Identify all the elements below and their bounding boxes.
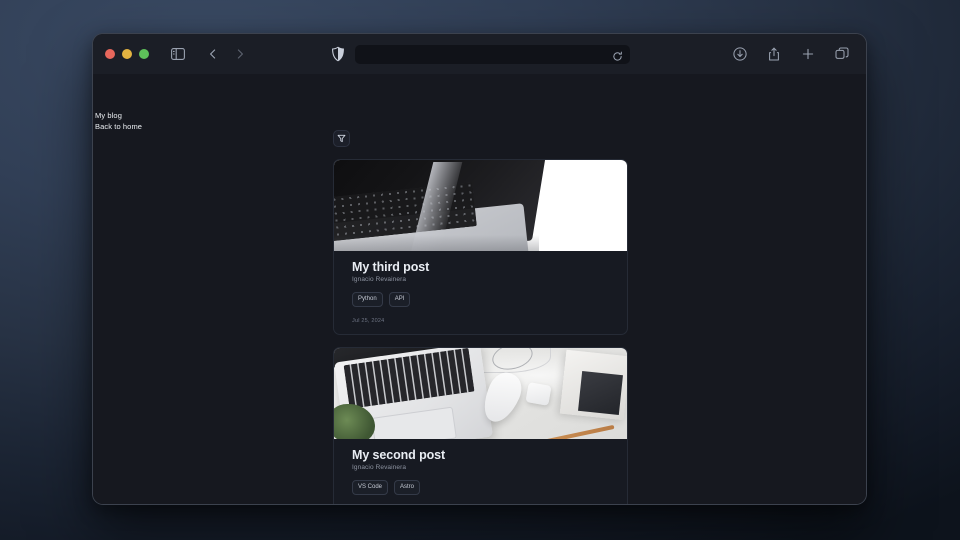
nav-link-my-blog[interactable]: My blog — [95, 110, 274, 121]
sidebar-toggle-icon[interactable] — [166, 42, 190, 66]
post-tag[interactable]: Astro — [394, 480, 421, 495]
post-title: My second post — [352, 448, 446, 462]
toolbar-actions — [728, 42, 854, 66]
post-card[interactable]: My second post Ignacio Revainera VS Code… — [333, 347, 628, 504]
browser-window: My blog Back to home My third post Ignac… — [92, 33, 867, 505]
reload-icon[interactable] — [612, 49, 623, 61]
filter-button[interactable] — [333, 130, 350, 147]
tab-overview-icon[interactable] — [830, 42, 854, 66]
url-input[interactable] — [354, 44, 630, 64]
post-card[interactable]: My third post Ignacio Revainera Python A… — [333, 159, 628, 335]
browser-toolbar — [93, 34, 866, 74]
post-list-column: My third post Ignacio Revainera Python A… — [333, 74, 628, 504]
post-author: Ignacio Revainera — [352, 276, 407, 283]
shield-icon[interactable] — [330, 46, 346, 62]
download-icon[interactable] — [728, 42, 752, 66]
post-date: Jul 25, 2024 — [352, 318, 385, 324]
post-tag[interactable]: Python — [352, 292, 383, 307]
filter-icon — [337, 134, 346, 143]
navigation-controls — [166, 42, 252, 66]
post-tag[interactable]: VS Code — [352, 480, 389, 495]
back-button[interactable] — [201, 42, 225, 66]
post-card-body: My third post Ignacio Revainera Python A… — [334, 251, 627, 334]
post-card-body: My second post Ignacio Revainera VS Code… — [334, 439, 627, 504]
window-controls — [105, 49, 149, 59]
plus-icon[interactable] — [796, 42, 820, 66]
minimize-window-button[interactable] — [122, 49, 132, 59]
close-window-button[interactable] — [105, 49, 115, 59]
forward-button[interactable] — [228, 42, 252, 66]
post-tag[interactable]: API — [388, 292, 411, 307]
share-icon[interactable] — [762, 42, 786, 66]
post-cover-image — [334, 160, 627, 251]
post-cover-image — [334, 348, 627, 439]
post-tags: Python API — [352, 292, 609, 307]
page-viewport: My blog Back to home My third post Ignac… — [93, 74, 866, 504]
post-title: My third post — [352, 260, 430, 274]
nav-link-back-to-home[interactable]: Back to home — [95, 121, 274, 132]
post-tags: VS Code Astro — [352, 480, 609, 495]
zoom-window-button[interactable] — [139, 49, 149, 59]
site-navigation: My blog Back to home — [94, 110, 274, 132]
post-author: Ignacio Revainera — [352, 464, 407, 471]
